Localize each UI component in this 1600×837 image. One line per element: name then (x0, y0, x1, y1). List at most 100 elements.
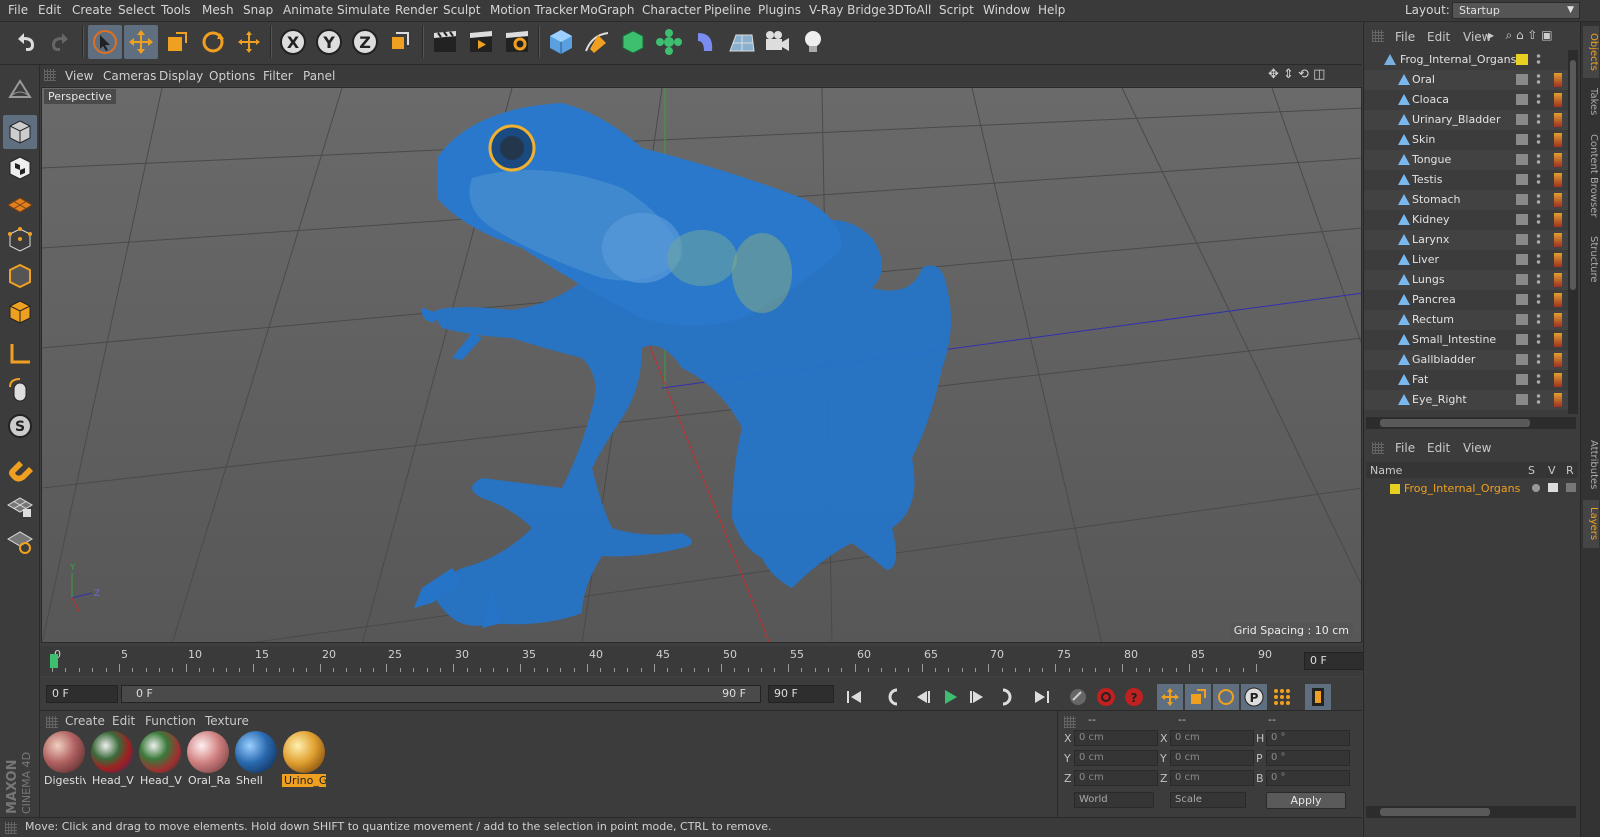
phong-tag-icon[interactable] (1516, 254, 1528, 265)
object-row[interactable]: Liver (1364, 250, 1576, 270)
autokey-button[interactable]: ? (1121, 684, 1147, 710)
material-tag-icon[interactable] (1554, 253, 1562, 267)
menu-mesh[interactable]: Mesh (202, 3, 234, 17)
layer-name[interactable]: Frog_Internal_Organs (1404, 482, 1520, 495)
material-tag-icon[interactable] (1554, 193, 1562, 207)
object-root-row[interactable]: Frog_Internal_Organs (1364, 50, 1576, 70)
rotate-tool-button[interactable] (196, 25, 230, 59)
magnet-tool-button[interactable] (3, 453, 37, 487)
layout-dropdown[interactable]: Startup ▼ (1452, 2, 1580, 19)
object-row[interactable]: Rectum (1364, 310, 1576, 330)
model-mode-button[interactable] (3, 115, 37, 149)
cloner-button[interactable] (652, 25, 686, 59)
viewport-navigation-icons[interactable]: ✥ ⇕ ⟲ ◫ (1268, 67, 1325, 82)
material-swatch[interactable]: Shell (234, 730, 278, 790)
next-frame-button[interactable] (965, 684, 991, 710)
tab-structure[interactable]: Structure (1583, 230, 1599, 288)
planar-workplane-button[interactable] (3, 525, 37, 559)
drag-handle-icon[interactable] (1372, 442, 1384, 454)
y-axis-lock-button[interactable]: Y (312, 25, 346, 59)
size-mode-dropdown[interactable]: Scale (1170, 792, 1246, 808)
object-row[interactable]: Oral (1364, 70, 1576, 90)
tab-takes[interactable]: Takes (1583, 82, 1599, 122)
menu-snap[interactable]: Snap (243, 3, 273, 17)
position-x-field[interactable]: 0 cm (1074, 730, 1158, 746)
material-tag-icon[interactable] (1554, 353, 1562, 367)
material-tag-icon[interactable] (1554, 393, 1562, 407)
x-axis-lock-button[interactable]: X (276, 25, 310, 59)
make-editable-button[interactable] (3, 73, 37, 107)
scale-tool-button[interactable] (160, 25, 194, 59)
undo-button[interactable] (8, 25, 42, 59)
tab-objects[interactable]: Objects (1583, 26, 1599, 78)
phong-tag-icon[interactable] (1516, 194, 1528, 205)
visibility-dots-icon[interactable] (1536, 333, 1541, 346)
size-z-field[interactable]: 0 cm (1170, 770, 1254, 786)
object-row[interactable]: Larynx (1364, 230, 1576, 250)
visibility-dots-icon[interactable] (1536, 213, 1541, 226)
rotation-b-field[interactable]: 0 ° (1266, 770, 1350, 786)
visibility-dots-icon[interactable] (1536, 133, 1541, 146)
floor-button[interactable] (724, 25, 758, 59)
goto-start-button[interactable] (841, 684, 867, 710)
texture-mode-button[interactable] (3, 151, 37, 185)
subdivision-surface-button[interactable] (616, 25, 650, 59)
material-tag-icon[interactable] (1554, 73, 1562, 87)
material-tag-icon[interactable] (1554, 113, 1562, 127)
drag-handle-icon[interactable] (44, 69, 56, 81)
phong-tag-icon[interactable] (1516, 334, 1528, 345)
render-to-picture-viewer-button[interactable] (464, 25, 498, 59)
z-axis-lock-button[interactable]: Z (348, 25, 382, 59)
object-row[interactable]: Kidney (1364, 210, 1576, 230)
material-menu-function[interactable]: Function (145, 714, 196, 728)
scrollbar-thumb[interactable] (1570, 60, 1576, 290)
visibility-dots-icon[interactable] (1536, 313, 1541, 326)
timeline-window-button[interactable] (1305, 684, 1331, 710)
menu-tools[interactable]: Tools (161, 3, 191, 17)
coordinate-space-dropdown[interactable]: World (1074, 792, 1154, 808)
object-row[interactable]: Skin (1364, 130, 1576, 150)
visibility-dots-icon[interactable] (1536, 93, 1541, 106)
material-tag-icon[interactable] (1554, 333, 1562, 347)
menu-animate[interactable]: Animate (283, 3, 333, 17)
scrollbar-thumb[interactable] (1380, 808, 1490, 816)
phong-tag-icon[interactable] (1516, 214, 1528, 225)
menu-vray-bridge[interactable]: V-Ray Bridge (809, 3, 886, 17)
polygon-mode-button[interactable] (3, 295, 37, 329)
camera-label[interactable]: Perspective (44, 89, 116, 104)
objects-toolbar-icons[interactable]: ▸ ⌕ ⌂ ⇧ ▣ (1488, 28, 1553, 43)
3d-viewport[interactable]: Y Z Perspective Grid Spacing : 10 cm (41, 87, 1362, 643)
scrollbar-thumb[interactable] (1380, 419, 1530, 427)
vertical-scrollbar[interactable] (1568, 50, 1578, 414)
visibility-dots-icon[interactable] (1536, 273, 1541, 286)
material-tag-icon[interactable] (1554, 93, 1562, 107)
current-frame-field[interactable]: 0 F (1304, 652, 1372, 670)
render-settings-button[interactable] (500, 25, 534, 59)
menu-edit[interactable]: Edit (38, 3, 61, 17)
phong-tag-icon[interactable] (1516, 134, 1528, 145)
material-tag-icon[interactable] (1554, 313, 1562, 327)
key-scale-button[interactable] (1185, 684, 1211, 710)
key-position-button[interactable] (1157, 684, 1183, 710)
layers-menu-edit[interactable]: Edit (1427, 441, 1450, 455)
play-button[interactable] (937, 684, 963, 710)
menu-plugins[interactable]: Plugins (758, 3, 801, 17)
visibility-dots-icon[interactable] (1536, 193, 1541, 206)
position-y-field[interactable]: 0 cm (1074, 750, 1158, 766)
eye-icon[interactable] (1548, 483, 1558, 492)
material-tag-icon[interactable] (1554, 293, 1562, 307)
horizontal-scrollbar[interactable] (1366, 417, 1576, 429)
workplane-mode-button[interactable] (3, 187, 37, 221)
goto-end-button[interactable] (1029, 684, 1055, 710)
end-frame-field[interactable]: 90 F (768, 685, 834, 703)
key-parameter-button[interactable]: P (1241, 684, 1267, 710)
key-point-level-button[interactable] (1269, 684, 1295, 710)
drag-handle-icon[interactable] (46, 716, 58, 728)
drag-handle-icon[interactable] (1372, 30, 1384, 42)
solo-toggle[interactable] (1532, 484, 1540, 492)
tab-content-browser[interactable]: Content Browser (1583, 126, 1599, 226)
locked-workplane-button[interactable] (3, 489, 37, 523)
viewport-menu-cameras[interactable]: Cameras (103, 69, 156, 83)
visibility-dots-icon[interactable] (1536, 253, 1541, 266)
material-swatch[interactable]: Head_Vi (138, 730, 182, 790)
